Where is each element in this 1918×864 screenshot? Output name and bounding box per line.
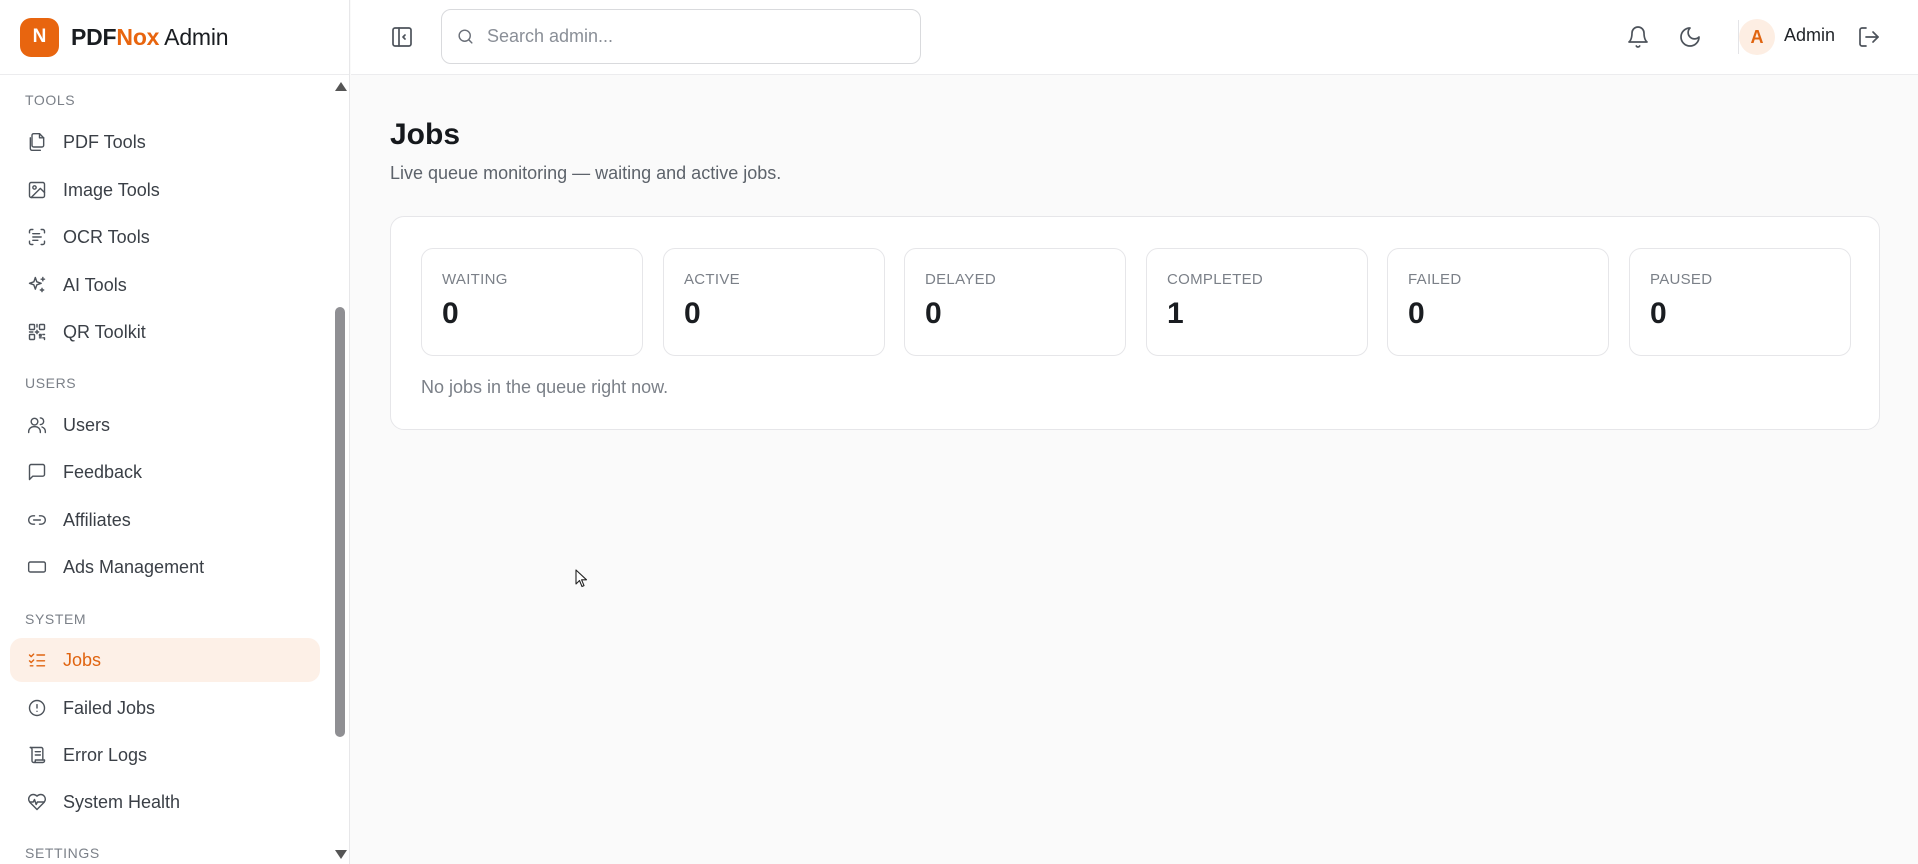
brand-name-part2: Nox bbox=[116, 23, 160, 50]
brand-logo: N bbox=[20, 17, 59, 57]
sidebar-item-label: Feedback bbox=[63, 461, 143, 482]
notifications-button[interactable] bbox=[1623, 22, 1653, 52]
sidebar-item-feedback[interactable]: Feedback bbox=[10, 450, 320, 494]
stat-value: 0 bbox=[1650, 297, 1667, 330]
sidebar-toggle-button[interactable] bbox=[387, 22, 417, 52]
sidebar-item-label: Error Logs bbox=[63, 744, 148, 765]
sidebar-item-ocr-tools[interactable]: OCR Tools bbox=[10, 215, 320, 259]
page-title: Jobs bbox=[390, 118, 461, 151]
sidebar-scroll-thumb[interactable] bbox=[335, 307, 345, 737]
sparkles-icon bbox=[26, 274, 48, 296]
sidebar-item-users[interactable]: Users bbox=[10, 403, 320, 447]
user-name[interactable]: Admin bbox=[1784, 25, 1835, 46]
log-out-icon bbox=[1859, 27, 1879, 47]
sidebar-item-pdf-tools[interactable]: PDF Tools bbox=[10, 120, 320, 164]
sidebar: N PDFNox Admin TOOLS PDF Tools Image Too… bbox=[0, 0, 350, 864]
sidebar-item-qr-toolkit[interactable]: QR Toolkit bbox=[10, 310, 320, 354]
stat-label: WAITING bbox=[442, 271, 508, 288]
scroll-down-arrow-icon[interactable] bbox=[335, 850, 347, 859]
mouse-cursor-icon bbox=[575, 569, 588, 588]
stat-label: ACTIVE bbox=[684, 271, 740, 288]
section-label-tools: TOOLS bbox=[25, 92, 76, 108]
sidebar-item-label: Affiliates bbox=[63, 509, 131, 530]
section-label-settings: SETTINGS bbox=[25, 845, 100, 861]
page-subtitle: Live queue monitoring — waiting and acti… bbox=[390, 163, 782, 183]
scroll-up-arrow-icon[interactable] bbox=[335, 82, 347, 91]
scan-text-icon bbox=[26, 226, 48, 248]
stat-card-completed: COMPLETED 1 bbox=[1146, 248, 1368, 356]
main-content: Jobs Live queue monitoring — waiting and… bbox=[351, 76, 1918, 864]
sidebar-item-ai-tools[interactable]: AI Tools bbox=[10, 263, 320, 307]
stat-label: PAUSED bbox=[1650, 271, 1713, 288]
brand-name-part3: Admin bbox=[159, 23, 229, 50]
stat-label: COMPLETED bbox=[1167, 271, 1264, 288]
sidebar-item-label: Jobs bbox=[63, 649, 102, 670]
stat-value: 1 bbox=[1167, 297, 1184, 330]
list-checks-icon bbox=[26, 649, 48, 671]
sidebar-item-ads-management[interactable]: Ads Management bbox=[10, 545, 320, 589]
theme-toggle-button[interactable] bbox=[1675, 22, 1705, 52]
sidebar-item-label: QR Toolkit bbox=[63, 321, 146, 342]
brand-name: PDFNox Admin bbox=[71, 23, 229, 51]
sidebar-item-label: OCR Tools bbox=[63, 226, 150, 247]
app-root: N PDFNox Admin TOOLS PDF Tools Image Too… bbox=[0, 0, 1918, 864]
sidebar-item-error-logs[interactable]: Error Logs bbox=[10, 733, 320, 777]
queue-panel: WAITING 0 ACTIVE 0 DELAYED 0 COMPLETED 1… bbox=[390, 216, 1880, 430]
sidebar-item-system-health[interactable]: System Health bbox=[10, 780, 320, 824]
moon-icon bbox=[1680, 27, 1700, 47]
sidebar-item-failed-jobs[interactable]: Failed Jobs bbox=[10, 686, 320, 730]
rectangle-icon bbox=[26, 556, 48, 578]
sidebar-nav: TOOLS PDF Tools Image Tools OCR Tools AI… bbox=[0, 76, 330, 864]
sidebar-item-label: Failed Jobs bbox=[63, 697, 156, 718]
heart-pulse-icon bbox=[26, 791, 48, 813]
sidebar-item-label: Ads Management bbox=[63, 556, 205, 577]
link-icon bbox=[26, 509, 48, 531]
sidebar-item-image-tools[interactable]: Image Tools bbox=[10, 168, 320, 212]
stat-card-active: ACTIVE 0 bbox=[663, 248, 885, 356]
sidebar-item-affiliates[interactable]: Affiliates bbox=[10, 498, 320, 542]
users-icon bbox=[26, 414, 48, 436]
image-icon bbox=[26, 179, 48, 201]
sidebar-item-label: Users bbox=[63, 414, 111, 435]
stat-value: 0 bbox=[1408, 297, 1425, 330]
stat-card-waiting: WAITING 0 bbox=[421, 248, 643, 356]
search-box[interactable] bbox=[441, 9, 921, 64]
qr-code-icon bbox=[26, 321, 48, 343]
sidebar-item-label: AI Tools bbox=[63, 274, 127, 295]
brand-name-part1: PDF bbox=[71, 23, 117, 50]
topbar: A Admin bbox=[351, 0, 1918, 75]
search-input[interactable] bbox=[487, 26, 887, 47]
stat-label: DELAYED bbox=[925, 271, 997, 288]
section-label-users: USERS bbox=[25, 375, 77, 391]
sidebar-item-label: PDF Tools bbox=[63, 131, 146, 152]
stat-value: 0 bbox=[442, 297, 459, 330]
stat-card-failed: FAILED 0 bbox=[1387, 248, 1609, 356]
search-icon bbox=[458, 29, 473, 44]
brand[interactable]: N PDFNox Admin bbox=[0, 0, 349, 75]
avatar[interactable]: A bbox=[1739, 19, 1775, 55]
message-square-icon bbox=[26, 461, 48, 483]
stat-value: 0 bbox=[925, 297, 942, 330]
scroll-text-icon bbox=[26, 744, 48, 766]
panel-left-icon bbox=[392, 27, 412, 47]
stat-card-delayed: DELAYED 0 bbox=[904, 248, 1126, 356]
section-label-system: SYSTEM bbox=[25, 611, 87, 627]
logout-button[interactable] bbox=[1854, 22, 1884, 52]
sidebar-item-label: Image Tools bbox=[63, 179, 160, 200]
stat-value: 0 bbox=[684, 297, 701, 330]
stat-label: FAILED bbox=[1408, 271, 1462, 288]
sidebar-item-label: System Health bbox=[63, 791, 181, 812]
files-icon bbox=[26, 131, 48, 153]
sidebar-item-jobs[interactable]: Jobs bbox=[10, 638, 320, 682]
alert-circle-icon bbox=[26, 697, 48, 719]
stat-card-paused: PAUSED 0 bbox=[1629, 248, 1851, 356]
empty-queue-message: No jobs in the queue right now. bbox=[421, 377, 669, 397]
bell-icon bbox=[1628, 26, 1648, 48]
